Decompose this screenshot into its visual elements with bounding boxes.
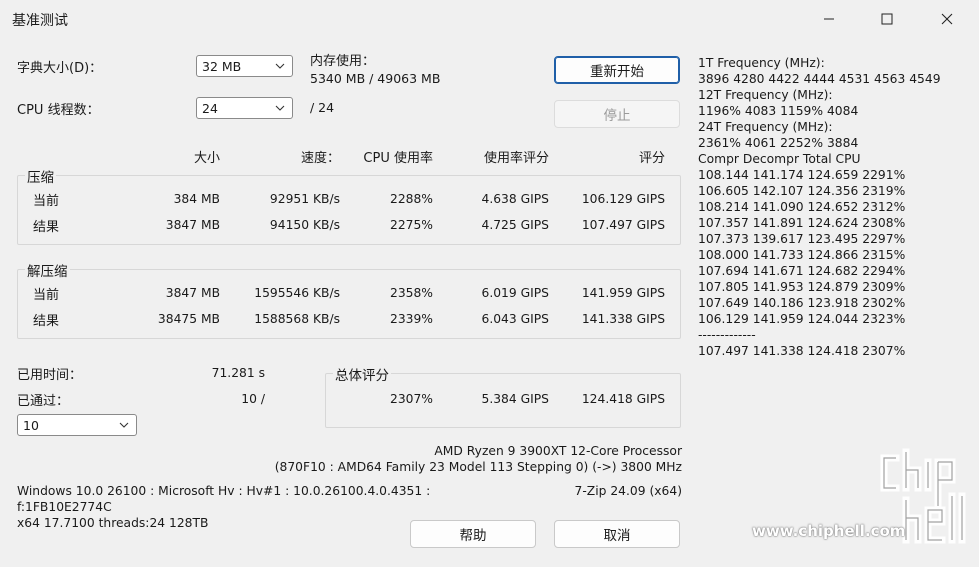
cpu-threads-value: 24: [202, 101, 218, 116]
passes-select-value: 10: [23, 418, 39, 433]
header-cpu-usage: CPU 使用率: [363, 151, 433, 166]
total-usage-rating: 5.384 GIPS: [481, 392, 550, 406]
header-rating: 评分: [638, 151, 665, 166]
passed-value: 10 /: [241, 392, 265, 406]
decompress-result-cpu: 2339%: [390, 312, 433, 326]
header-size: 大小: [193, 151, 220, 166]
compress-label: 压缩: [25, 166, 56, 186]
chevron-down-icon: [275, 105, 285, 111]
compress-current-label: 当前: [33, 194, 60, 209]
log-line: 107.357 141.891 124.624 2308%: [698, 216, 906, 230]
compress-current-speed: 92951 KB/s: [269, 192, 340, 206]
cancel-button[interactable]: 取消: [554, 520, 680, 548]
compress-current-rating: 106.129 GIPS: [581, 192, 665, 206]
version-info: 7-Zip 24.09 (x64): [574, 484, 682, 498]
log-line: 107.373 139.617 123.495 2297%: [698, 232, 906, 246]
minimize-button[interactable]: [806, 0, 852, 38]
compress-result-usage-rating: 4.725 GIPS: [481, 218, 550, 232]
close-icon: [941, 13, 953, 25]
cpu-threads-label: CPU 线程数：: [17, 103, 100, 118]
header-speed: 速度：: [300, 151, 340, 166]
decompress-current-size: 3847 MB: [165, 286, 220, 300]
total-cpu: 2307%: [390, 392, 433, 406]
log-line: -------------: [698, 328, 756, 342]
memory-usage-label: 内存使用：: [310, 54, 376, 69]
cpu-threads-max: / 24: [310, 100, 335, 115]
cpu-detail: (870F10 : AMD64 Family 23 Model 113 Step…: [274, 460, 682, 474]
decompress-group: [17, 269, 681, 339]
log-line: Compr Decompr Total CPU: [698, 152, 861, 166]
dict-size-select[interactable]: 32 MB: [196, 55, 293, 77]
log-line: 107.649 140.186 123.918 2302%: [698, 296, 906, 310]
minimize-icon: [824, 18, 834, 20]
stop-button[interactable]: 停止: [554, 100, 680, 128]
log-line: 108.000 141.733 124.866 2315%: [698, 248, 906, 262]
compress-current-size: 384 MB: [173, 192, 220, 206]
maximize-button[interactable]: [864, 0, 910, 38]
help-button[interactable]: 帮助: [410, 520, 536, 548]
compress-group: [17, 175, 681, 245]
compress-result-cpu: 2275%: [390, 218, 433, 232]
decompress-result-usage-rating: 6.043 GIPS: [481, 312, 550, 326]
chevron-down-icon: [119, 422, 129, 428]
compress-result-rating: 107.497 GIPS: [581, 218, 665, 232]
decompress-current-label: 当前: [33, 288, 60, 303]
cpu-threads-select[interactable]: 24: [196, 97, 293, 119]
log-line: 106.129 141.959 124.044 2323%: [698, 312, 906, 326]
decompress-current-speed: 1595546 KB/s: [254, 286, 340, 300]
passed-label: 已通过：: [17, 394, 70, 409]
sys-info-line1: Windows 10.0 26100 : Microsoft Hv : Hv#1…: [17, 484, 431, 498]
compress-result-size: 3847 MB: [165, 218, 220, 232]
log-line: 24T Frequency (MHz):: [698, 120, 833, 134]
dict-size-value: 32 MB: [202, 59, 242, 74]
log-line: 1T Frequency (MHz):: [698, 56, 825, 70]
passes-select[interactable]: 10: [17, 414, 137, 436]
cpu-name: AMD Ryzen 9 3900XT 12-Core Processor: [434, 444, 682, 458]
elapsed-time-value: 71.281 s: [211, 366, 265, 380]
decompress-result-speed: 1588568 KB/s: [254, 312, 340, 326]
close-button[interactable]: [924, 0, 970, 38]
chiphell-logo: [880, 448, 966, 544]
log-line: 12T Frequency (MHz):: [698, 88, 833, 102]
log-line: 106.605 142.107 124.356 2319%: [698, 184, 906, 198]
compress-current-usage-rating: 4.638 GIPS: [481, 192, 550, 206]
log-line: 108.144 141.174 124.659 2291%: [698, 168, 906, 182]
compress-result-speed: 94150 KB/s: [269, 218, 340, 232]
dict-size-label: 字典大小(D)：: [17, 61, 103, 76]
log-line: 107.497 141.338 124.418 2307%: [698, 344, 906, 358]
decompress-current-rating: 141.959 GIPS: [581, 286, 665, 300]
sys-info-line3: x64 17.7100 threads:24 128TB: [17, 516, 209, 530]
header-usage-rating: 使用率评分: [483, 151, 549, 166]
chevron-down-icon: [275, 63, 285, 69]
decompress-result-rating: 141.338 GIPS: [581, 312, 665, 326]
watermark-site: www.chiphell.com: [752, 522, 906, 540]
log-line: 2361% 4061 2252% 3884: [698, 136, 859, 150]
log-line: 107.694 141.671 124.682 2294%: [698, 264, 906, 278]
decompress-label: 解压缩: [25, 260, 70, 280]
compress-current-cpu: 2288%: [390, 192, 433, 206]
total-rating-label: 总体评分: [333, 364, 391, 384]
log-line: 3896 4280 4422 4444 4531 4563 4549: [698, 72, 941, 86]
compress-result-label: 结果: [33, 220, 60, 235]
decompress-result-label: 结果: [33, 314, 60, 329]
log-line: 107.805 141.953 124.879 2309%: [698, 280, 906, 294]
decompress-current-usage-rating: 6.019 GIPS: [481, 286, 550, 300]
decompress-current-cpu: 2358%: [390, 286, 433, 300]
decompress-result-size: 38475 MB: [157, 312, 220, 326]
restart-button[interactable]: 重新开始: [554, 56, 680, 84]
log-line: 1196% 4083 1159% 4084: [698, 104, 859, 118]
sys-info-line2: f:1FB10E2774C: [17, 500, 112, 514]
maximize-icon: [881, 13, 893, 25]
total-rating: 124.418 GIPS: [581, 392, 665, 406]
side-log: 1T Frequency (MHz): 3896 4280 4422 4444 …: [698, 55, 941, 359]
memory-usage-value: 5340 MB / 49063 MB: [310, 71, 441, 86]
elapsed-time-label: 已用时间：: [17, 368, 83, 383]
log-line: 108.214 141.090 124.652 2312%: [698, 200, 906, 214]
window-title: 基准测试: [12, 13, 68, 29]
